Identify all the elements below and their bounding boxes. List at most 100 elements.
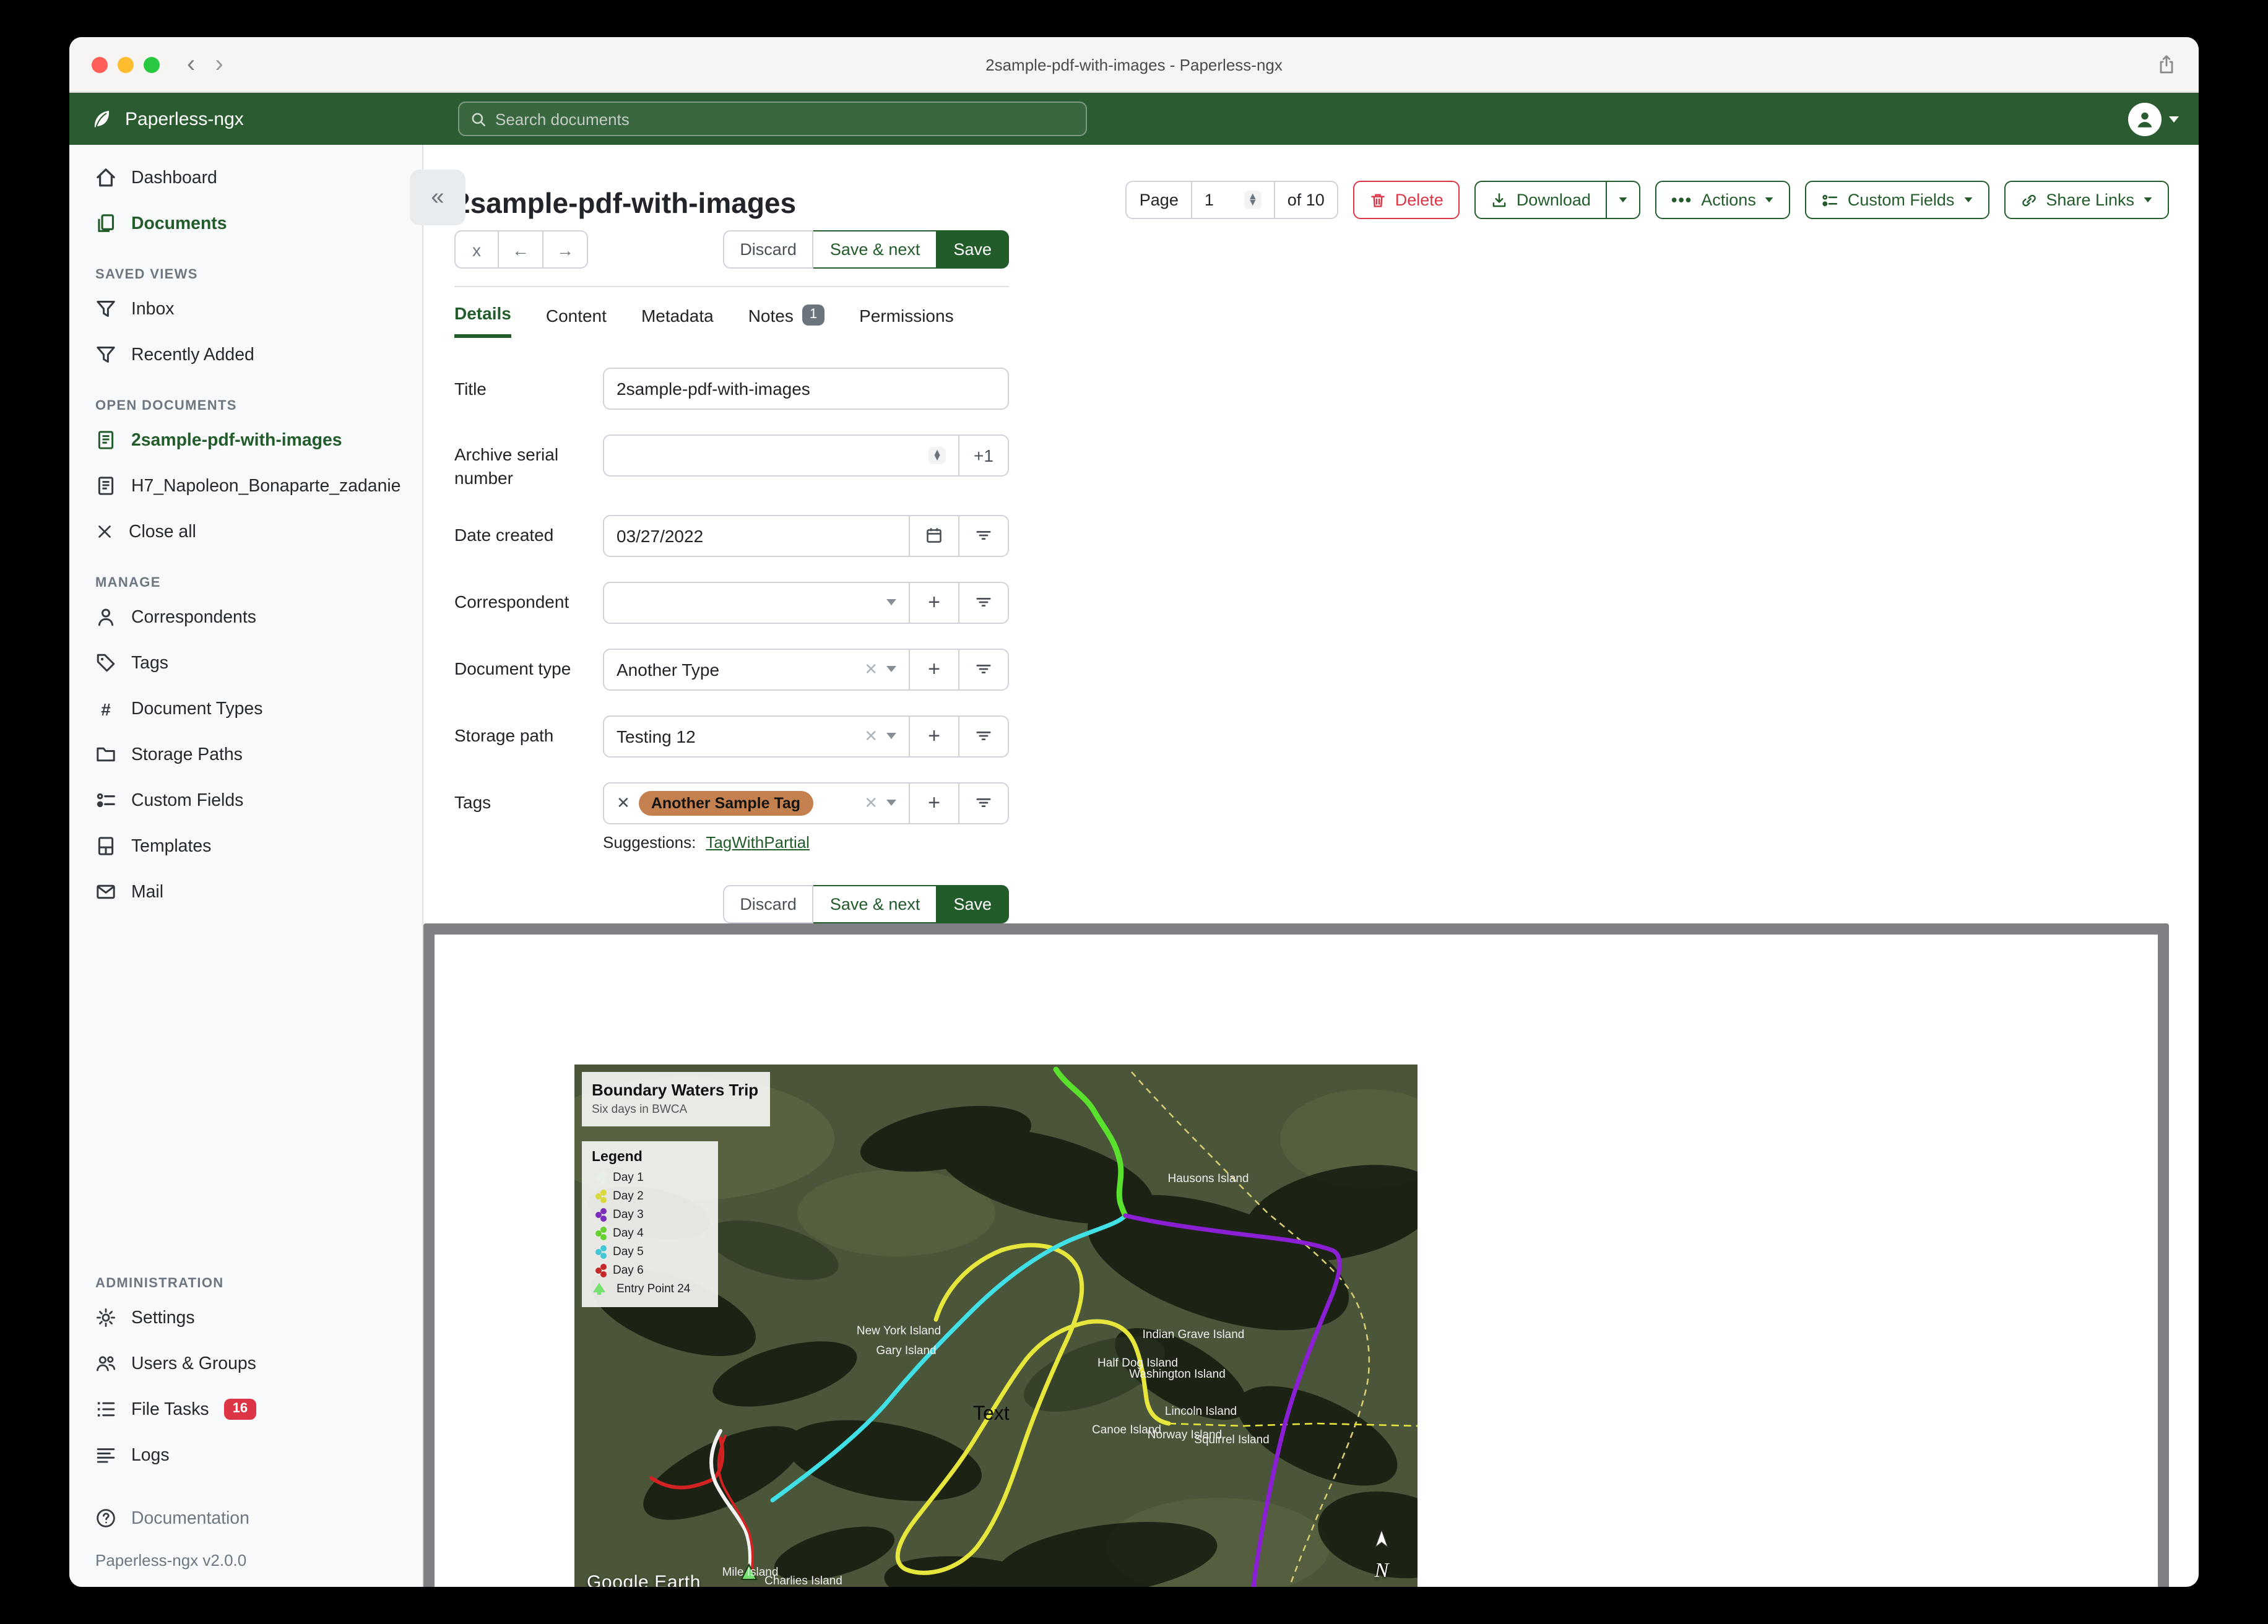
tab-notes[interactable]: Notes 1: [748, 303, 825, 338]
asn-field-label: Archive serial number: [454, 444, 559, 488]
add-correspondent-button[interactable]: +: [909, 582, 958, 623]
sidebar-item-users-groups[interactable]: Users & Groups: [69, 1341, 422, 1386]
discard-button-bottom[interactable]: Discard: [722, 884, 814, 923]
sidebar-item-open-doc-1[interactable]: 2sample-pdf-with-images: [69, 417, 422, 463]
close-document-button[interactable]: x: [454, 230, 499, 269]
save-and-next-button-bottom[interactable]: Save & next: [813, 884, 938, 923]
desktop-background: ‹ › 2sample-pdf-with-images - Paperless-…: [0, 0, 2268, 1624]
sidebar-item-dashboard[interactable]: Dashboard: [69, 155, 422, 201]
global-search[interactable]: [458, 102, 1087, 136]
sidebar-item-templates[interactable]: Templates: [69, 823, 422, 869]
tag-chip[interactable]: Another Sample Tag: [638, 790, 813, 816]
date-filter-button[interactable]: [958, 516, 1008, 556]
sidebar-item-documents[interactable]: Documents: [69, 201, 422, 246]
sidebar-item-close-all[interactable]: Close all: [69, 509, 422, 555]
zoom-window-button[interactable]: [144, 56, 160, 72]
sidebar-item-file-tasks[interactable]: File Tasks 16: [69, 1386, 422, 1432]
app-brand[interactable]: Paperless-ngx: [89, 106, 244, 131]
tags-filter-button[interactable]: [958, 783, 1008, 823]
actions-button[interactable]: ••• Actions: [1655, 181, 1791, 219]
asn-stepper[interactable]: ▲ ▼: [928, 446, 946, 465]
sidebar-item-storage-paths[interactable]: Storage Paths: [69, 732, 422, 777]
map-label: Gary Island: [876, 1344, 936, 1357]
page-number-field[interactable]: ▲▼: [1190, 182, 1274, 218]
title-input[interactable]: [617, 379, 995, 399]
add-storage-path-button[interactable]: +: [909, 716, 958, 756]
map-scale-bar: 3 mi: [758, 1586, 1172, 1587]
sidebar-item-label: 2sample-pdf-with-images: [131, 430, 342, 450]
tab-permissions[interactable]: Permissions: [859, 303, 954, 338]
custom-fields-button-label: Custom Fields: [1847, 191, 1955, 209]
user-menu[interactable]: [2128, 102, 2179, 136]
asn-plus-one-button[interactable]: +1: [958, 436, 1008, 475]
sidebar-item-correspondents[interactable]: Correspondents: [69, 594, 422, 640]
share-links-button[interactable]: Share Links: [2004, 181, 2169, 219]
person-icon: [95, 607, 116, 628]
sidebar-item-open-doc-2[interactable]: H7_Napoleon_Bonaparte_zadanie: [69, 463, 422, 509]
calendar-button[interactable]: [909, 516, 958, 556]
suggestion-link[interactable]: TagWithPartial: [706, 833, 810, 852]
storage-path-select[interactable]: Testing 12 ✕: [604, 717, 909, 756]
document-type-filter-button[interactable]: [958, 649, 1008, 689]
correspondent-select[interactable]: [604, 583, 909, 623]
tab-details[interactable]: Details: [454, 303, 511, 338]
minimize-window-button[interactable]: [118, 56, 134, 72]
tab-label: Permissions: [859, 305, 954, 325]
chevron-down-icon: [886, 800, 896, 806]
storage-path-filter-button[interactable]: [958, 716, 1008, 756]
sidebar-item-mail[interactable]: Mail: [69, 869, 422, 915]
page-number-input[interactable]: [1204, 191, 1237, 209]
next-document-button[interactable]: →: [543, 230, 588, 269]
share-icon[interactable]: [2157, 54, 2176, 74]
page-stepper[interactable]: ▲ ▼: [1244, 191, 1262, 209]
document-tabs: Details Content Metadata Notes 1 Permissi…: [454, 303, 1009, 338]
sidebar-item-settings[interactable]: Settings: [69, 1295, 422, 1341]
save-and-next-button[interactable]: Save & next: [813, 230, 938, 269]
tags-field: ✕ Another Sample Tag ✕ +: [603, 782, 1009, 824]
search-input[interactable]: [495, 110, 1075, 128]
sidebar-item-tags[interactable]: Tags: [69, 640, 422, 686]
clear-icon[interactable]: ✕: [864, 660, 878, 680]
clear-icon[interactable]: ✕: [864, 727, 878, 746]
custom-fields-icon: [1822, 191, 1839, 209]
delete-button[interactable]: Delete: [1353, 181, 1460, 219]
map-label: New York Island: [857, 1324, 941, 1337]
history-forward-button[interactable]: ›: [215, 52, 223, 77]
tab-metadata[interactable]: Metadata: [641, 303, 714, 338]
date-created-input[interactable]: [617, 525, 896, 546]
sidebar-item-inbox[interactable]: Inbox: [69, 286, 422, 332]
custom-fields-button[interactable]: Custom Fields: [1805, 181, 1989, 219]
add-document-type-button[interactable]: +: [909, 649, 958, 689]
save-button-bottom[interactable]: Save: [937, 884, 1009, 923]
legend-item: Day 5: [592, 1245, 708, 1259]
history-back-button[interactable]: ‹: [187, 52, 195, 77]
correspondent-field: +: [603, 581, 1009, 624]
map-label: Indian Grave Island: [1143, 1328, 1245, 1341]
document-type-select[interactable]: Another Type ✕: [604, 650, 909, 689]
chevron-down-icon: [1964, 197, 1972, 202]
remove-tag-icon[interactable]: ✕: [617, 793, 630, 813]
close-window-button[interactable]: [92, 56, 108, 72]
discard-button[interactable]: Discard: [722, 230, 814, 269]
sidebar-item-documentation[interactable]: Documentation: [69, 1495, 422, 1541]
save-button[interactable]: Save: [937, 230, 1009, 269]
sidebar-item-custom-fields[interactable]: Custom Fields: [69, 777, 422, 823]
document-type-value: Another Type: [617, 659, 720, 680]
tag-chip-label: Another Sample Tag: [651, 794, 801, 812]
download-button[interactable]: Download: [1474, 181, 1607, 219]
download-options-button[interactable]: [1606, 181, 1640, 219]
pdf-viewer-frame[interactable]: Hausons Island New York Island Gary Isla…: [423, 923, 2169, 1587]
add-tag-button[interactable]: +: [909, 783, 958, 823]
asn-input[interactable]: [617, 446, 920, 465]
previous-document-button[interactable]: ←: [499, 230, 543, 269]
correspondent-filter-button[interactable]: [958, 582, 1008, 623]
tab-content[interactable]: Content: [546, 303, 607, 338]
sidebar-item-recently-added[interactable]: Recently Added: [69, 332, 422, 378]
compass-indicator: N: [1373, 1528, 1390, 1583]
sidebar-collapse-button[interactable]: «: [410, 170, 465, 225]
sidebar-item-document-types[interactable]: # Document Types: [69, 686, 422, 732]
tags-select[interactable]: ✕ Another Sample Tag ✕: [604, 784, 909, 823]
title-field: [603, 368, 1009, 410]
sidebar-item-logs[interactable]: Logs: [69, 1432, 422, 1478]
clear-icon[interactable]: ✕: [864, 793, 878, 813]
